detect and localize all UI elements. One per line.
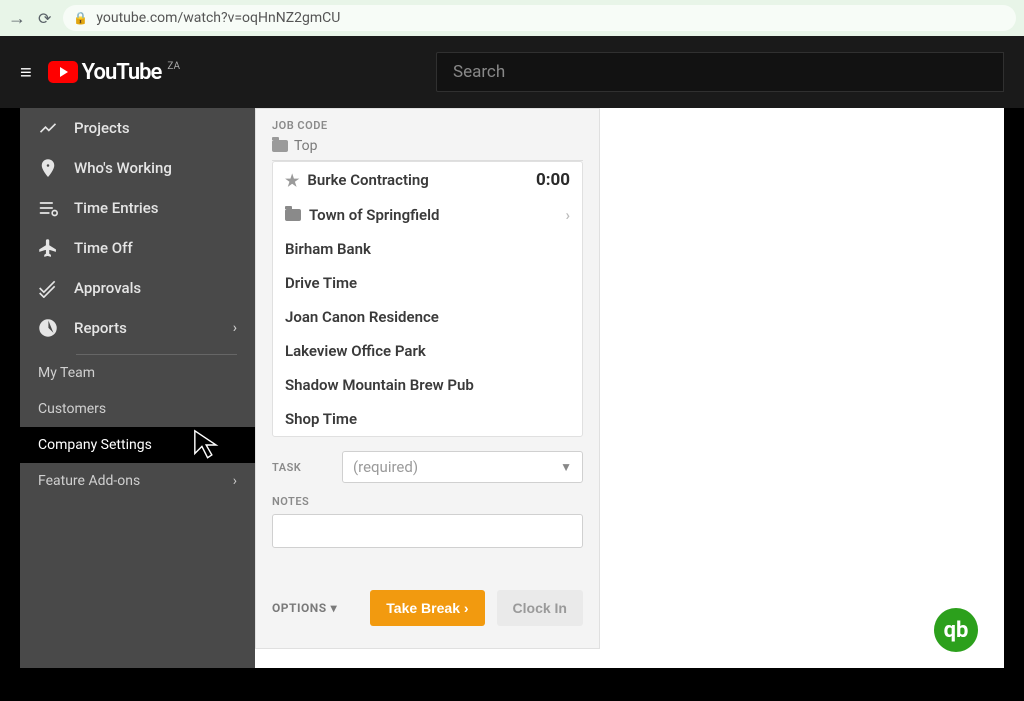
job-label: Drive Time [285,274,357,292]
job-label: Shop Time [285,410,357,428]
job-code-list: ★ Burke Contracting 0:00 Town of Springf… [272,161,583,437]
time-clock-panel: JOB CODE Top ★ Burke Contracting 0:00 To… [255,108,600,649]
job-row-shop-time[interactable]: Shop Time [273,402,582,436]
caret-down-icon: ▼ [560,460,572,474]
sidebar-group-label: My Team [38,365,95,381]
url-text: youtube.com/watch?v=oqHnNZ2gmCU [96,10,340,26]
action-row: OPTIONS ▾ Take Break › Clock In [272,590,583,626]
task-select[interactable]: (required) ▼ [342,451,583,483]
sidebar-item-time-entries[interactable]: Time Entries [20,188,255,228]
reports-icon [38,318,58,338]
sidebar-group-my-team[interactable]: My Team [20,355,255,391]
search-input[interactable]: Search [436,52,1004,92]
take-break-button[interactable]: Take Break › [370,590,484,626]
sidebar-label: Time Entries [74,199,159,217]
task-label: TASK [272,461,332,474]
job-label: Town of Springfield [309,206,439,224]
notes-label: NOTES [272,495,583,508]
options-text: OPTIONS [272,601,327,615]
job-label: Birham Bank [285,240,371,258]
youtube-logo[interactable]: YouTube ZA [48,60,180,85]
clock-in-button[interactable]: Clock In [497,590,583,626]
region-code: ZA [167,61,180,72]
folder-icon [285,209,301,221]
quickbooks-badge[interactable]: qb [934,608,978,652]
sidebar-group-feature-addons[interactable]: Feature Add-ons › [20,463,255,499]
sidebar-group-company-settings[interactable]: Company Settings [20,427,255,463]
sidebar-item-projects[interactable]: Projects [20,108,255,148]
caret-down-icon: ▾ [331,601,338,615]
sidebar-group-label: Company Settings [38,437,152,453]
job-label: Lakeview Office Park [285,342,426,360]
time-entries-icon [38,198,58,218]
breadcrumb-text: Top [294,138,318,154]
notes-input[interactable] [272,514,583,548]
play-icon [48,61,78,83]
job-row-shadow-mountain[interactable]: Shadow Mountain Brew Pub [273,368,582,402]
search-placeholder: Search [453,62,505,82]
job-row-drive-time[interactable]: Drive Time [273,266,582,300]
job-row-springfield[interactable]: Town of Springfield › [273,198,582,232]
folder-icon [272,140,288,152]
plane-icon [38,238,58,258]
forward-arrow-icon[interactable]: → [8,8,26,29]
app-sidebar: Projects Who's Working Time Entries Time… [20,108,255,668]
video-player-area: Projects Who's Working Time Entries Time… [0,108,1024,701]
job-breadcrumb[interactable]: Top [272,138,583,154]
address-bar[interactable]: 🔒 youtube.com/watch?v=oqHnNZ2gmCU [63,5,1016,31]
task-placeholder: (required) [353,458,418,476]
sidebar-item-reports[interactable]: Reports › [20,308,255,348]
sidebar-label: Time Off [74,239,133,257]
main-panel: JOB CODE Top ★ Burke Contracting 0:00 To… [255,108,1004,668]
hamburger-icon[interactable]: ≡ [20,60,32,85]
chevron-right-icon: › [233,320,237,336]
reload-icon[interactable]: ⟳ [38,9,51,28]
options-link[interactable]: OPTIONS ▾ [272,601,337,615]
job-label: Burke Contracting [307,171,428,189]
sidebar-item-approvals[interactable]: Approvals [20,268,255,308]
lock-icon: 🔒 [73,11,88,25]
job-row-birham[interactable]: Birham Bank [273,232,582,266]
job-row-burke[interactable]: ★ Burke Contracting 0:00 [273,162,582,198]
browser-toolbar: → ⟳ 🔒 youtube.com/watch?v=oqHnNZ2gmCU [0,0,1024,36]
projects-icon [38,118,58,138]
sidebar-item-time-off[interactable]: Time Off [20,228,255,268]
approvals-icon [38,278,58,298]
location-icon [38,158,58,178]
job-time: 0:00 [536,170,570,190]
youtube-wordmark: YouTube [82,60,162,85]
sidebar-label: Reports [74,319,127,337]
sidebar-group-customers[interactable]: Customers [20,391,255,427]
chevron-right-icon: › [565,206,570,224]
embedded-app-frame: Projects Who's Working Time Entries Time… [20,108,1004,668]
sidebar-item-whos-working[interactable]: Who's Working [20,148,255,188]
job-row-joan-canon[interactable]: Joan Canon Residence [273,300,582,334]
job-label: Shadow Mountain Brew Pub [285,376,474,394]
youtube-header: ≡ YouTube ZA Search [0,36,1024,108]
task-field-row: TASK (required) ▼ [272,451,583,483]
sidebar-group-label: Customers [38,401,106,417]
job-row-lakeview[interactable]: Lakeview Office Park [273,334,582,368]
chevron-right-icon: › [233,473,237,489]
sidebar-label: Who's Working [74,159,172,177]
sidebar-label: Projects [74,119,130,137]
notes-field: NOTES [272,495,583,548]
sidebar-group-label: Feature Add-ons [38,473,140,489]
job-code-label: JOB CODE [272,119,583,132]
star-icon: ★ [285,171,299,190]
qb-text: qb [944,618,969,643]
job-label: Joan Canon Residence [285,308,439,326]
sidebar-label: Approvals [74,279,141,297]
